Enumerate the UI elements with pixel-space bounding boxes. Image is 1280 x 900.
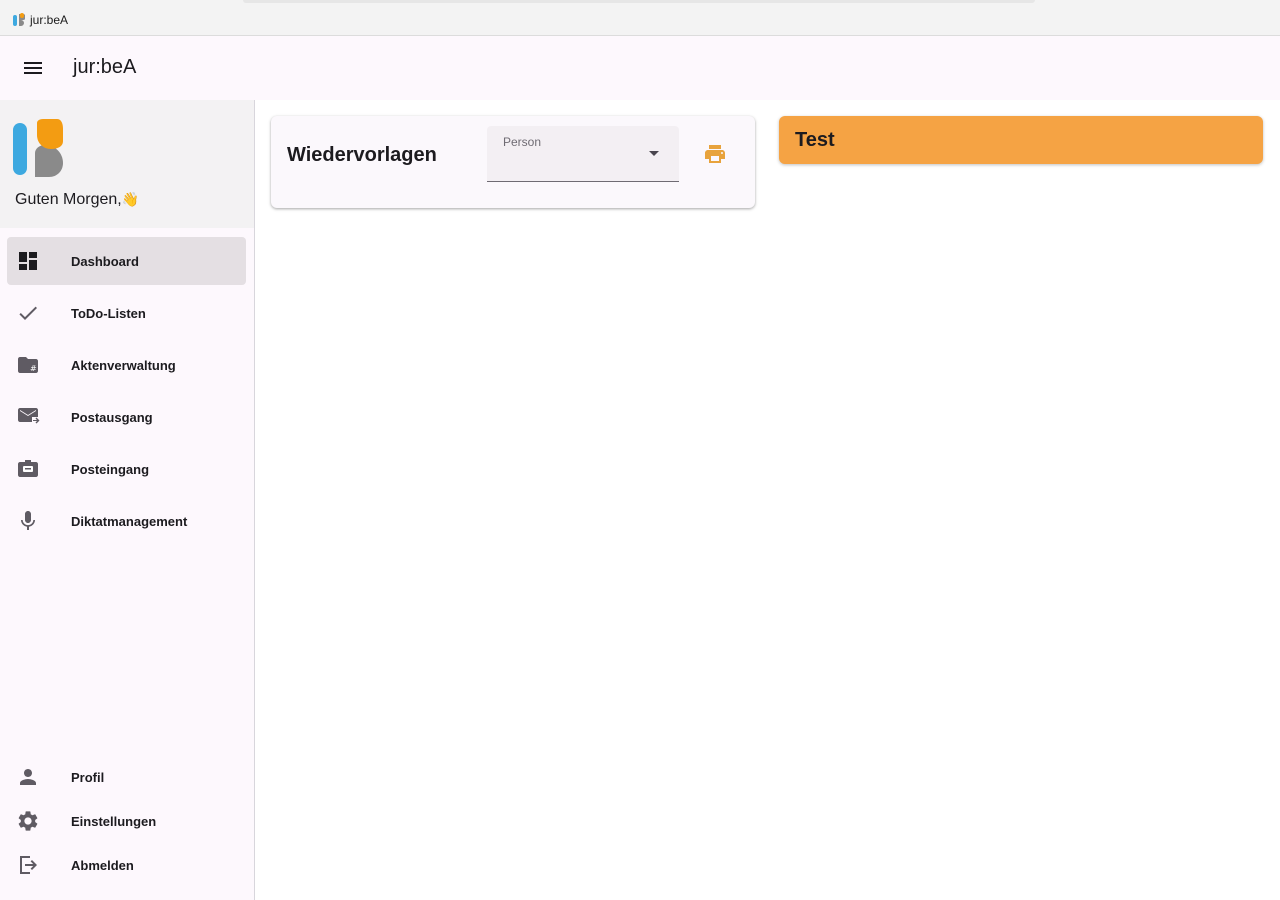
- window-titlebar: jur:beA: [0, 0, 1280, 36]
- sidebar-bottom-nav: Profil Einstellungen Abmelden: [7, 757, 246, 889]
- person-select[interactable]: Person: [487, 126, 679, 182]
- test-banner-title: Test: [795, 129, 835, 151]
- wave-icon: 👋: [121, 191, 140, 207]
- sidebar-item-label: ToDo-Listen: [71, 306, 146, 321]
- sidebar-item-label: Abmelden: [71, 858, 134, 873]
- main-content: Wiedervorlagen Person Test: [255, 100, 1280, 900]
- check-icon: [19, 306, 37, 320]
- folder-hash-icon: #: [18, 357, 38, 373]
- mail-forward-icon: [18, 408, 40, 424]
- sidebar-item-profil[interactable]: Profil: [7, 757, 246, 797]
- sidebar-header: Guten Morgen,👋: [0, 100, 254, 228]
- person-icon: [20, 769, 36, 785]
- svg-text:#: #: [30, 364, 37, 373]
- sidebar-item-label: Posteingang: [71, 462, 150, 477]
- print-icon: [705, 145, 725, 163]
- sidebar-item-postausgang[interactable]: Postausgang: [7, 393, 246, 441]
- greeting: Guten Morgen,👋: [15, 191, 139, 209]
- sidebar-item-aktenverwaltung[interactable]: # Aktenverwaltung: [7, 341, 246, 389]
- test-banner: Test: [779, 116, 1263, 164]
- menu-button[interactable]: [13, 48, 53, 88]
- sidebar-item-einstellungen[interactable]: Einstellungen: [7, 801, 246, 841]
- sidebar-item-label: Diktatmanagement: [71, 514, 188, 529]
- logout-icon: [20, 856, 37, 874]
- window-title: jur:beA: [30, 13, 69, 27]
- dropdown-arrow-icon: [649, 151, 659, 156]
- inbox-icon: [18, 460, 38, 477]
- wiedervorlagen-title: Wiedervorlagen: [287, 144, 437, 166]
- sidebar-item-label: Aktenverwaltung: [71, 358, 176, 373]
- sidebar-nav: Dashboard ToDo-Listen # Aktenverwaltung …: [7, 237, 246, 549]
- gear-icon: [18, 811, 38, 831]
- app-logo-icon: [13, 13, 25, 26]
- app-bar: jur:beA: [0, 36, 1280, 100]
- dashboard-icon: [19, 252, 37, 270]
- sidebar-item-posteingang[interactable]: Posteingang: [7, 445, 246, 493]
- mic-icon: [21, 511, 35, 530]
- sidebar-item-diktatmanagement[interactable]: Diktatmanagement: [7, 497, 246, 545]
- logo: [13, 119, 63, 177]
- titlebar-strip: [243, 0, 1035, 3]
- sidebar-item-abmelden[interactable]: Abmelden: [7, 845, 246, 885]
- sidebar-item-label: Dashboard: [71, 254, 139, 269]
- app-title: jur:beA: [73, 56, 137, 78]
- sidebar-item-label: Postausgang: [71, 410, 153, 425]
- sidebar: Guten Morgen,👋 Dashboard ToDo-Listen # A…: [0, 100, 255, 900]
- person-select-label: Person: [503, 135, 542, 149]
- greeting-text: Guten Morgen,: [15, 191, 122, 208]
- print-button[interactable]: [695, 134, 735, 174]
- wiedervorlagen-card: Wiedervorlagen Person: [271, 116, 755, 208]
- menu-icon: [24, 62, 42, 74]
- sidebar-item-dashboard[interactable]: Dashboard: [7, 237, 246, 285]
- sidebar-item-label: Profil: [71, 770, 105, 785]
- sidebar-item-todo-listen[interactable]: ToDo-Listen: [7, 289, 246, 337]
- sidebar-item-label: Einstellungen: [71, 814, 157, 829]
